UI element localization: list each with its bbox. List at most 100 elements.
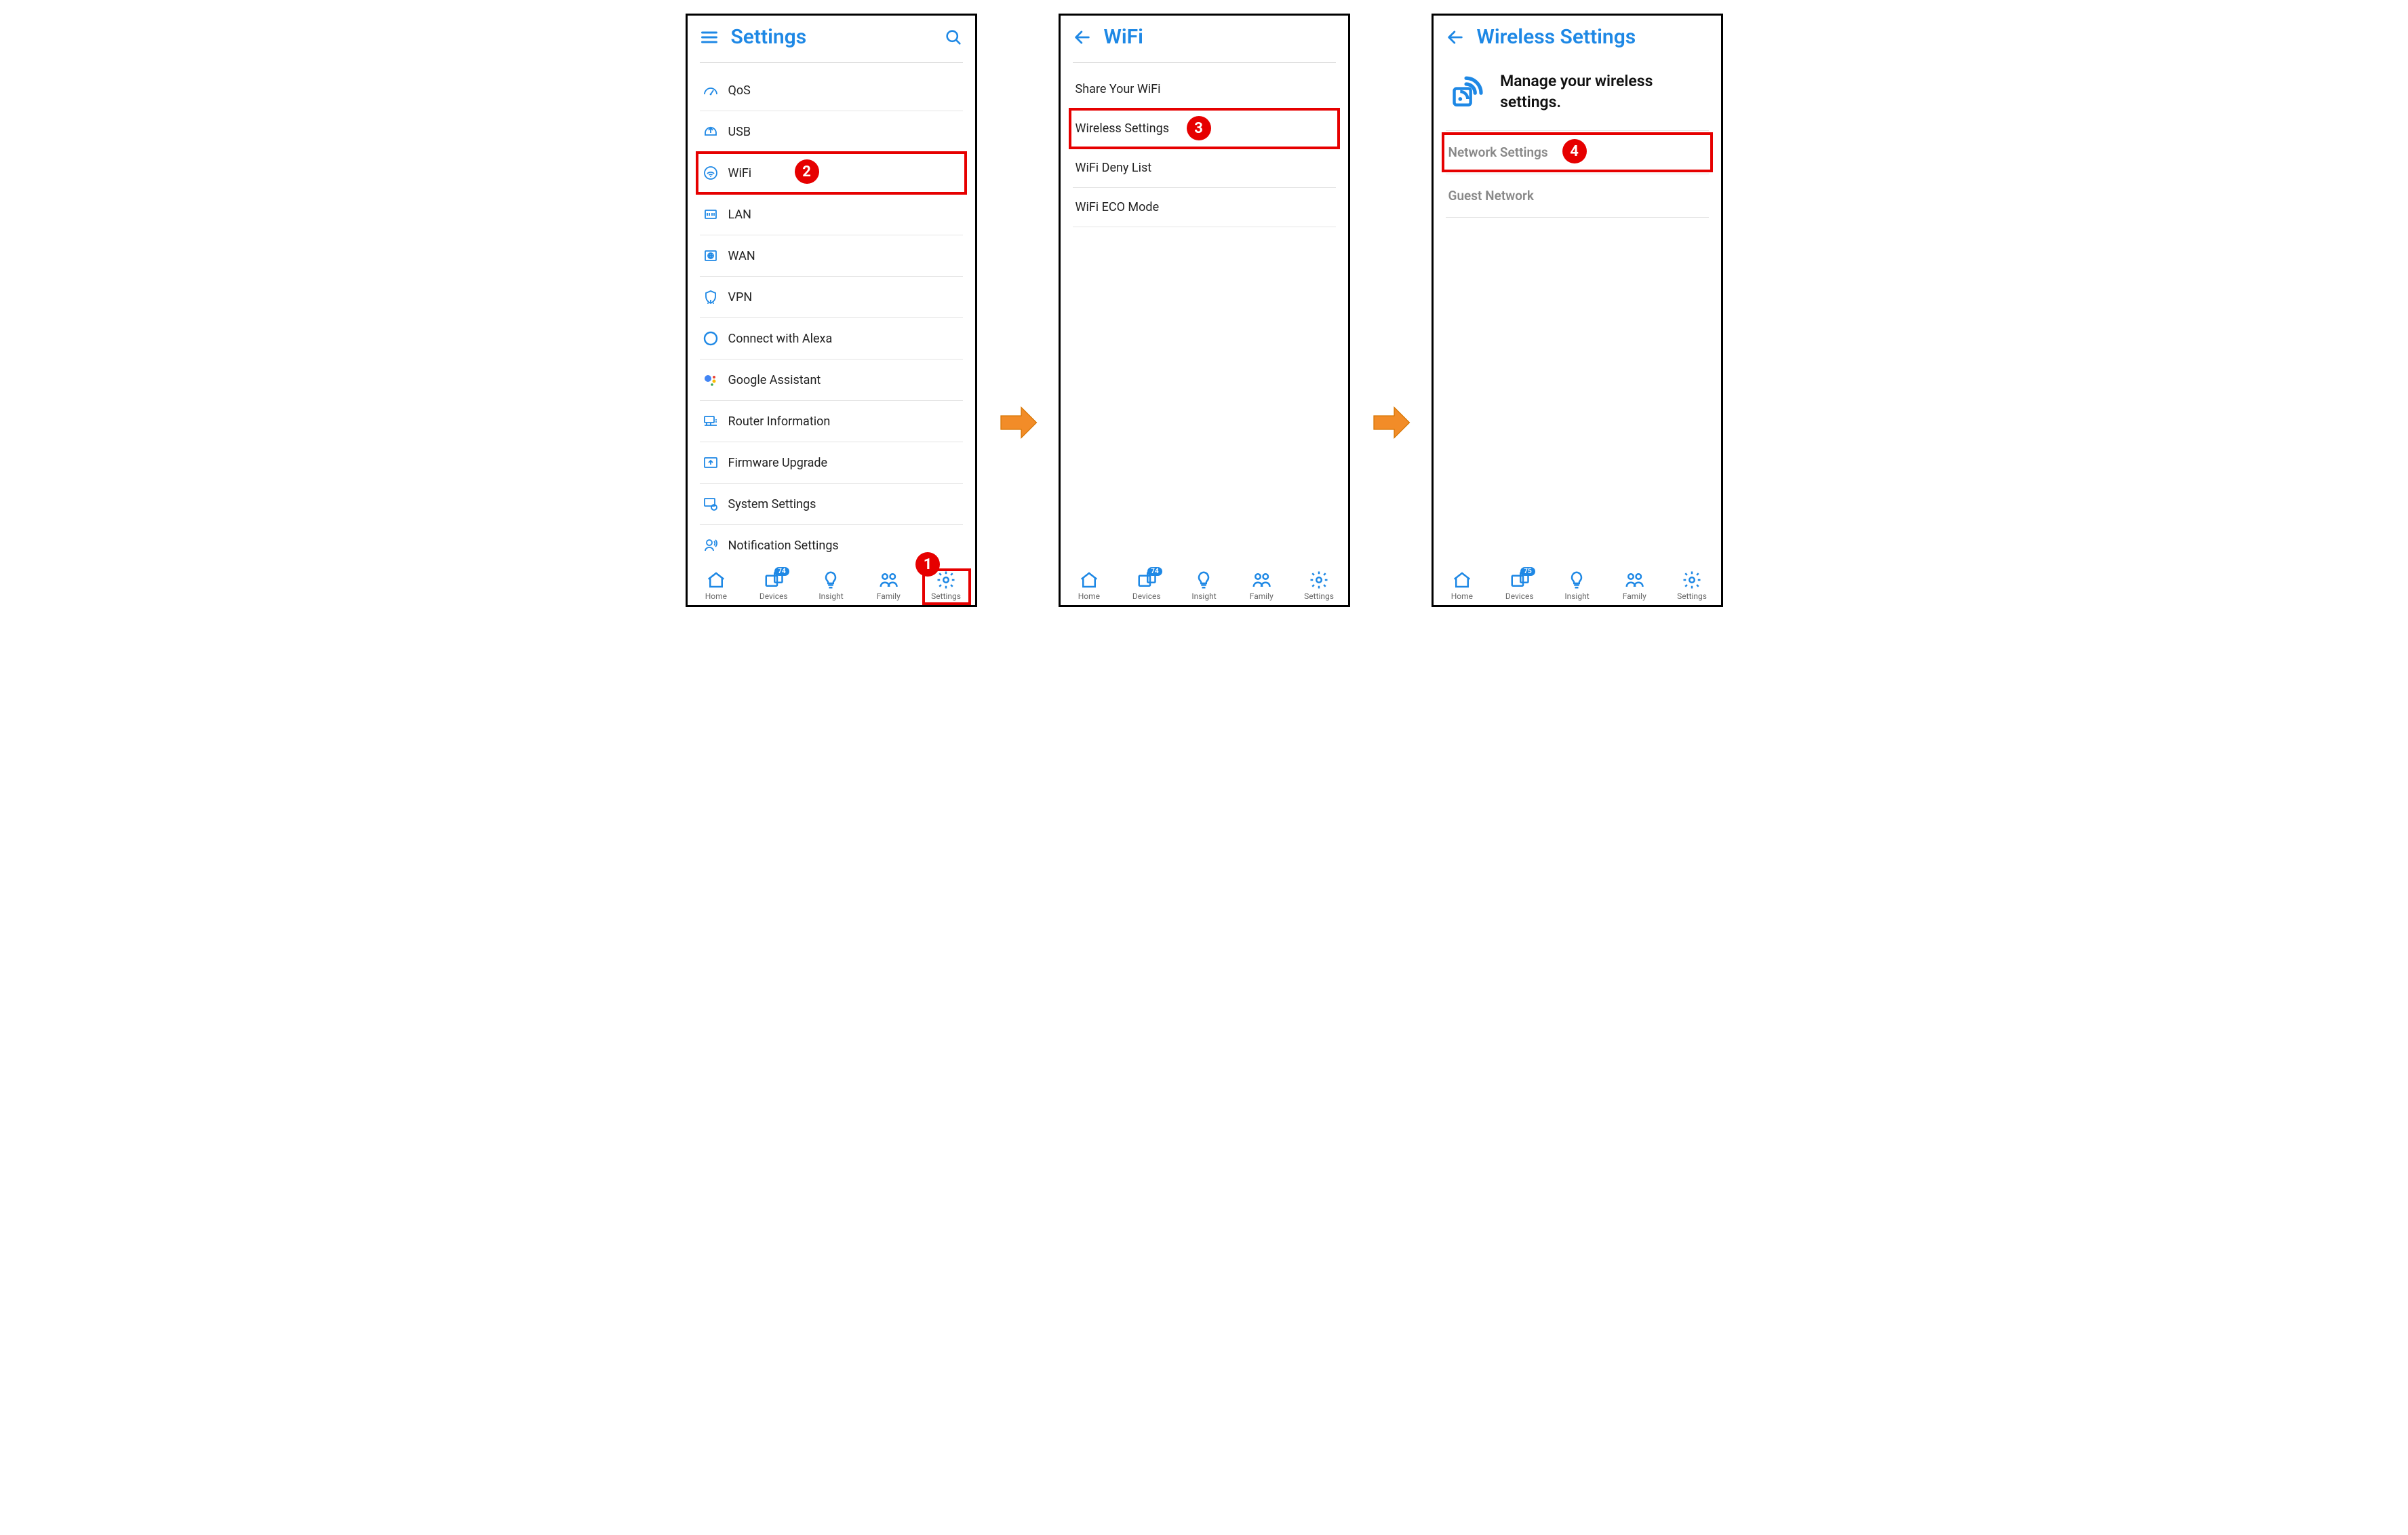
- wireless-broadcast-icon: [1450, 73, 1486, 111]
- nav-family[interactable]: Family: [1238, 570, 1285, 601]
- wifi-item-deny-list[interactable]: WiFi Deny List: [1073, 149, 1336, 188]
- home-icon: [1079, 570, 1099, 590]
- screen-settings: Settings QoS USB WiFi 2 LAN WAN: [686, 14, 977, 607]
- row-label: Notification Settings: [728, 539, 839, 553]
- insight-icon: [821, 570, 841, 590]
- wifi-item-share[interactable]: Share Your WiFi: [1073, 70, 1336, 109]
- settings-item-qos[interactable]: QoS: [700, 70, 963, 111]
- nav-label: Devices: [1132, 591, 1161, 601]
- settings-item-firmware[interactable]: Firmware Upgrade: [700, 442, 963, 484]
- nav-label: Settings: [1304, 591, 1334, 601]
- nav-settings[interactable]: Settings: [1668, 570, 1716, 601]
- nav-devices[interactable]: 75 Devices: [1496, 570, 1543, 601]
- settings-item-alexa[interactable]: Connect with Alexa: [700, 318, 963, 360]
- nav-devices[interactable]: 74 Devices: [750, 570, 797, 601]
- settings-icon: [936, 570, 956, 590]
- nav-home[interactable]: Home: [1065, 570, 1113, 601]
- page-title: Wireless Settings: [1477, 25, 1709, 49]
- lan-icon: [703, 206, 719, 222]
- section-guest-network[interactable]: Guest Network: [1446, 174, 1709, 218]
- google-assistant-icon: [703, 372, 719, 388]
- settings-item-google-assistant[interactable]: Google Assistant: [700, 360, 963, 401]
- nav-home[interactable]: Home: [1438, 570, 1486, 601]
- settings-list: QoS USB WiFi 2 LAN WAN VPN Connect with …: [688, 58, 975, 566]
- nav-label: Family: [1250, 591, 1274, 601]
- firmware-icon: [703, 454, 719, 471]
- settings-item-wan[interactable]: WAN: [700, 235, 963, 277]
- nav-insight[interactable]: Insight: [1180, 570, 1227, 601]
- header: Settings: [688, 16, 975, 58]
- search-icon[interactable]: [944, 28, 963, 47]
- insight-icon: [1566, 570, 1587, 590]
- row-label: WiFi: [728, 166, 752, 180]
- nav-label: Insight: [818, 591, 843, 601]
- nav-devices[interactable]: 74 Devices: [1123, 570, 1170, 601]
- nav-label: Settings: [1677, 591, 1707, 601]
- vpn-icon: [703, 289, 719, 305]
- devices-icon: 74: [1137, 570, 1157, 590]
- callout-4: 4: [1562, 139, 1587, 163]
- nav-label: Settings: [931, 591, 961, 601]
- callout-3: 3: [1187, 116, 1211, 140]
- settings-item-usb[interactable]: USB: [700, 111, 963, 153]
- divider: [1073, 62, 1336, 63]
- screen-wireless-settings: Wireless Settings Manage your wireless s…: [1432, 14, 1723, 607]
- settings-item-vpn[interactable]: VPN: [700, 277, 963, 318]
- settings-icon: [1682, 570, 1702, 590]
- row-label: WiFi Deny List: [1075, 161, 1152, 175]
- header: Wireless Settings: [1434, 16, 1721, 58]
- header: WiFi: [1061, 16, 1348, 58]
- screen-wifi: WiFi Share Your WiFi Wireless Settings 3…: [1059, 14, 1350, 607]
- wan-icon: [703, 248, 719, 264]
- back-icon[interactable]: [1073, 28, 1092, 47]
- settings-item-system[interactable]: System Settings: [700, 484, 963, 525]
- section-network-settings[interactable]: Network Settings 4: [1446, 130, 1709, 174]
- nav-insight[interactable]: Insight: [1553, 570, 1600, 601]
- row-label: Google Assistant: [728, 373, 821, 387]
- row-label: System Settings: [728, 497, 816, 511]
- callout-2: 2: [795, 159, 819, 184]
- page-title: Settings: [731, 25, 932, 49]
- settings-icon: [1309, 570, 1329, 590]
- router-icon: [703, 413, 719, 429]
- divider: [700, 62, 963, 63]
- nav-settings[interactable]: Settings 1: [922, 570, 970, 601]
- devices-badge: 74: [774, 567, 789, 576]
- nav-settings[interactable]: Settings: [1295, 570, 1343, 601]
- row-label: WAN: [728, 249, 755, 263]
- family-icon: [1251, 570, 1271, 590]
- section-label: Network Settings: [1448, 144, 1548, 160]
- nav-label: Family: [1623, 591, 1646, 601]
- settings-item-lan[interactable]: LAN: [700, 194, 963, 235]
- system-icon: [703, 496, 719, 512]
- family-icon: [1624, 570, 1644, 590]
- hamburger-icon[interactable]: [700, 28, 719, 47]
- section-label: Guest Network: [1448, 188, 1534, 203]
- row-label: Wireless Settings: [1075, 121, 1170, 136]
- insight-icon: [1193, 570, 1214, 590]
- nav-family[interactable]: Family: [865, 570, 912, 601]
- alexa-icon: [703, 330, 719, 347]
- nav-home[interactable]: Home: [692, 570, 740, 601]
- wifi-item-wireless-settings[interactable]: Wireless Settings 3: [1073, 109, 1336, 149]
- settings-item-wifi[interactable]: WiFi 2: [700, 153, 963, 194]
- back-icon[interactable]: [1446, 28, 1465, 47]
- row-label: VPN: [728, 290, 753, 305]
- devices-badge: 75: [1520, 567, 1535, 576]
- usb-icon: [703, 123, 719, 140]
- row-label: Connect with Alexa: [728, 332, 833, 346]
- nav-insight[interactable]: Insight: [807, 570, 854, 601]
- row-label: Share Your WiFi: [1075, 82, 1161, 96]
- nav-label: Insight: [1564, 591, 1589, 601]
- wireless-content: Manage your wireless settings. Network S…: [1434, 58, 1721, 566]
- wifi-item-eco-mode[interactable]: WiFi ECO Mode: [1073, 188, 1336, 227]
- intro-block: Manage your wireless settings.: [1446, 58, 1709, 130]
- row-label: WiFi ECO Mode: [1075, 200, 1160, 214]
- nav-family[interactable]: Family: [1611, 570, 1658, 601]
- wifi-icon: [703, 165, 719, 181]
- nav-label: Home: [1451, 591, 1473, 601]
- nav-label: Devices: [759, 591, 788, 601]
- settings-item-router-info[interactable]: Router Information: [700, 401, 963, 442]
- page-title: WiFi: [1104, 25, 1336, 49]
- home-icon: [1452, 570, 1472, 590]
